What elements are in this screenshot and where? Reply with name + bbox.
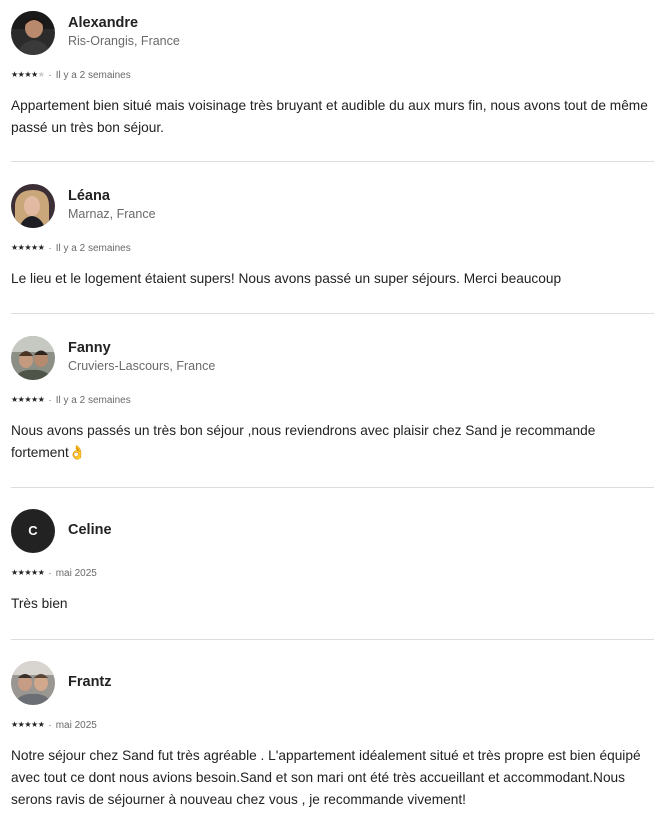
review-header: C Celine bbox=[11, 509, 654, 553]
star-icon: ★ bbox=[37, 568, 45, 577]
star-icon: ★ bbox=[31, 70, 38, 79]
divider bbox=[11, 313, 654, 314]
star-icon: ★ bbox=[17, 70, 25, 79]
reviewer-name[interactable]: Alexandre bbox=[68, 15, 138, 31]
rating-stars: ★ ★ ★ ★ ★ bbox=[11, 395, 45, 404]
review-text: Le lieu et le logement étaient supers! N… bbox=[11, 271, 562, 286]
reviewer-name[interactable]: Fanny bbox=[68, 340, 111, 356]
rating-stars: ★ ★ ★ ★ ★ bbox=[11, 568, 45, 577]
review-text: Appartement bien situé mais voisinage tr… bbox=[11, 98, 648, 135]
reviews-list: Alexandre Ris-Orangis, France ★ ★ ★ ★ ★ · Il… bbox=[0, 0, 669, 822]
star-icon: ★ bbox=[31, 395, 38, 404]
divider bbox=[11, 487, 654, 488]
reviewer-name[interactable]: Léana bbox=[68, 188, 110, 204]
meta-separator: · bbox=[48, 242, 52, 254]
avatar[interactable] bbox=[11, 11, 55, 55]
star-icon: ★ bbox=[24, 243, 32, 252]
review-item: Fanny Cruviers-Lascours, France ★ ★ ★ ★ ★ · … bbox=[11, 336, 654, 466]
review-header: Alexandre Ris-Orangis, France bbox=[11, 11, 654, 55]
meta-separator: · bbox=[48, 69, 52, 81]
star-icon: ★ bbox=[24, 395, 32, 404]
avatar[interactable] bbox=[11, 661, 55, 705]
star-icon: ★ bbox=[37, 720, 45, 729]
review-date: Il y a 2 semaines bbox=[55, 242, 131, 254]
meta-separator: · bbox=[48, 719, 52, 731]
review-meta: ★ ★ ★ ★ ★ · mai 2025 bbox=[11, 718, 97, 732]
review-meta: ★ ★ ★ ★ ★ · Il y a 2 semaines bbox=[11, 393, 131, 407]
rating-stars: ★ ★ ★ ★ ★ bbox=[11, 720, 45, 729]
review-date: mai 2025 bbox=[55, 719, 97, 731]
review-date: Il y a 2 semaines bbox=[55, 394, 131, 406]
star-icon: ★ bbox=[17, 395, 25, 404]
star-icon: ★ bbox=[11, 70, 18, 79]
review-meta: ★ ★ ★ ★ ★ · mai 2025 bbox=[11, 566, 97, 580]
review-item: Frantz ★ ★ ★ ★ ★ · mai 2025 Notre séjour che… bbox=[11, 661, 654, 817]
reviewer-location: Marnaz, France bbox=[68, 207, 156, 221]
star-icon: ★ bbox=[17, 568, 25, 577]
review-text: Notre séjour chez Sand fut très agréable… bbox=[11, 748, 641, 807]
star-icon: ★ bbox=[11, 720, 18, 729]
star-icon: ★ bbox=[17, 243, 25, 252]
star-icon: ★ bbox=[31, 243, 38, 252]
review-meta: ★ ★ ★ ★ ★ · Il y a 2 semaines bbox=[11, 241, 131, 255]
review-item: Alexandre Ris-Orangis, France ★ ★ ★ ★ ★ · Il… bbox=[11, 11, 654, 141]
review-header: Fanny Cruviers-Lascours, France bbox=[11, 336, 654, 380]
star-icon: ★ bbox=[17, 720, 25, 729]
review-date: mai 2025 bbox=[55, 567, 97, 579]
rating-stars: ★ ★ ★ ★ ★ bbox=[11, 70, 45, 79]
avatar[interactable]: C bbox=[11, 509, 55, 553]
star-empty-icon: ★ bbox=[37, 70, 45, 79]
star-icon: ★ bbox=[24, 70, 32, 79]
meta-separator: · bbox=[48, 567, 52, 579]
star-icon: ★ bbox=[37, 243, 45, 252]
review-date: Il y a 2 semaines bbox=[55, 69, 131, 81]
avatar[interactable] bbox=[11, 184, 55, 228]
avatar[interactable] bbox=[11, 336, 55, 380]
star-icon: ★ bbox=[11, 243, 18, 252]
review-item: C Celine ★ ★ ★ ★ ★ · mai 2025 Très bien bbox=[11, 509, 654, 619]
star-icon: ★ bbox=[31, 568, 38, 577]
review-meta: ★ ★ ★ ★ ★ · Il y a 2 semaines bbox=[11, 68, 131, 82]
review-text: Très bien bbox=[11, 596, 68, 611]
reviewer-name[interactable]: Celine bbox=[68, 522, 112, 538]
review-header: Frantz bbox=[11, 661, 654, 705]
star-icon: ★ bbox=[31, 720, 38, 729]
rating-stars: ★ ★ ★ ★ ★ bbox=[11, 243, 45, 252]
star-icon: ★ bbox=[24, 720, 32, 729]
star-icon: ★ bbox=[11, 395, 18, 404]
star-icon: ★ bbox=[11, 568, 18, 577]
star-icon: ★ bbox=[24, 568, 32, 577]
star-icon: ★ bbox=[37, 395, 45, 404]
review-item: Léana Marnaz, France ★ ★ ★ ★ ★ · Il y a 2 se… bbox=[11, 184, 654, 294]
meta-separator: · bbox=[48, 394, 52, 406]
review-header: Léana Marnaz, France bbox=[11, 184, 654, 228]
reviewer-location: Ris-Orangis, France bbox=[68, 34, 180, 48]
divider bbox=[11, 161, 654, 162]
divider bbox=[11, 639, 654, 640]
reviewer-name[interactable]: Frantz bbox=[68, 674, 112, 690]
review-text: Nous avons passés un très bon séjour ,no… bbox=[11, 423, 596, 460]
reviewer-location: Cruviers-Lascours, France bbox=[68, 359, 216, 373]
